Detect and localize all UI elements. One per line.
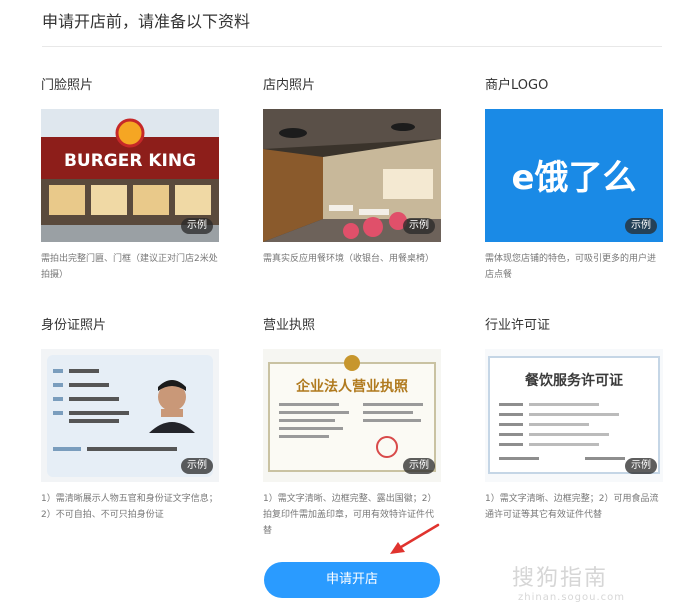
example-badge: 示例 bbox=[403, 218, 435, 234]
divider bbox=[42, 46, 662, 47]
card-title: 身份证照片 bbox=[41, 318, 107, 333]
card-description: 需体现您店铺的特色，可吸引更多的用户进店点餐 bbox=[485, 254, 657, 280]
example-badge: 示例 bbox=[181, 458, 213, 474]
card-id-photo: 身份证照片 示例 1）需清晰展示人物五官和身份证文字信息；2）不可自拍、不可只拍… bbox=[41, 317, 219, 523]
id-card-example-image[interactable]: 示例 bbox=[41, 349, 219, 482]
card-title: 商户LOGO bbox=[485, 78, 549, 93]
card-description: 1）需清晰展示人物五官和身份证文字信息；2）不可自拍、不可只拍身份证 bbox=[41, 494, 218, 520]
card-storefront-photo: 门脸照片 BURGER KING 示例 需拍出完整门匾、门框（建议正对门店2米处… bbox=[41, 77, 219, 283]
business-license-example-image[interactable]: 企业法人营业执照 示例 bbox=[263, 349, 441, 482]
watermark-sub-text: zhinan.sogou.com bbox=[518, 592, 626, 603]
card-title: 行业许可证 bbox=[485, 318, 551, 333]
red-arrow-icon bbox=[390, 523, 440, 554]
card-description: 需真实反应用餐环境（收银台、用餐桌椅） bbox=[263, 254, 435, 264]
example-badge: 示例 bbox=[625, 458, 657, 474]
storefront-sign-text: BURGER KING bbox=[64, 151, 196, 171]
card-business-license: 营业执照 企业法人营业执照 示例 1）需文字清晰、边框完整、露出国徽；2）拍复印… bbox=[263, 317, 441, 539]
page-title: 申请开店前，请准备以下资料 bbox=[42, 12, 251, 31]
card-title: 营业执照 bbox=[263, 318, 316, 333]
permit-doc-title: 餐饮服务许可证 bbox=[524, 372, 623, 389]
license-doc-title: 企业法人营业执照 bbox=[295, 378, 408, 395]
sogou-watermark: 搜狗指南 zhinan.sogou.com bbox=[512, 560, 625, 603]
interior-example-image[interactable]: 示例 bbox=[263, 109, 441, 242]
storefront-example-image[interactable]: BURGER KING 示例 bbox=[41, 109, 219, 242]
watermark-main-text: 搜狗指南 bbox=[512, 566, 609, 591]
card-industry-permit: 行业许可证 餐饮服务许可证 示例 1）需文字清晰、边框完整；2）可用食品流通许可… bbox=[485, 317, 663, 523]
logo-text: e饿了么 bbox=[511, 158, 636, 198]
card-description: 1）需文字清晰、边框完整；2）可用食品流通许可证等其它有效证件代替 bbox=[485, 494, 659, 520]
logo-example-image[interactable]: e饿了么 示例 bbox=[485, 109, 663, 242]
industry-permit-example-image[interactable]: 餐饮服务许可证 示例 bbox=[485, 349, 663, 482]
example-badge: 示例 bbox=[403, 458, 435, 474]
card-merchant-logo: 商户LOGO e饿了么 示例 需体现您店铺的特色，可吸引更多的用户进店点餐 bbox=[485, 77, 663, 283]
apply-open-store-button[interactable]: 申请开店 bbox=[264, 562, 440, 598]
example-badge: 示例 bbox=[625, 218, 657, 234]
card-interior-photo: 店内照片 示例 需真实反应用餐环境（收银台、用餐桌椅） bbox=[263, 77, 441, 267]
card-title: 店内照片 bbox=[263, 78, 316, 93]
card-title: 门脸照片 bbox=[41, 78, 94, 93]
example-badge: 示例 bbox=[181, 218, 213, 234]
card-description: 需拍出完整门匾、门框（建议正对门店2米处拍摄） bbox=[41, 254, 218, 280]
